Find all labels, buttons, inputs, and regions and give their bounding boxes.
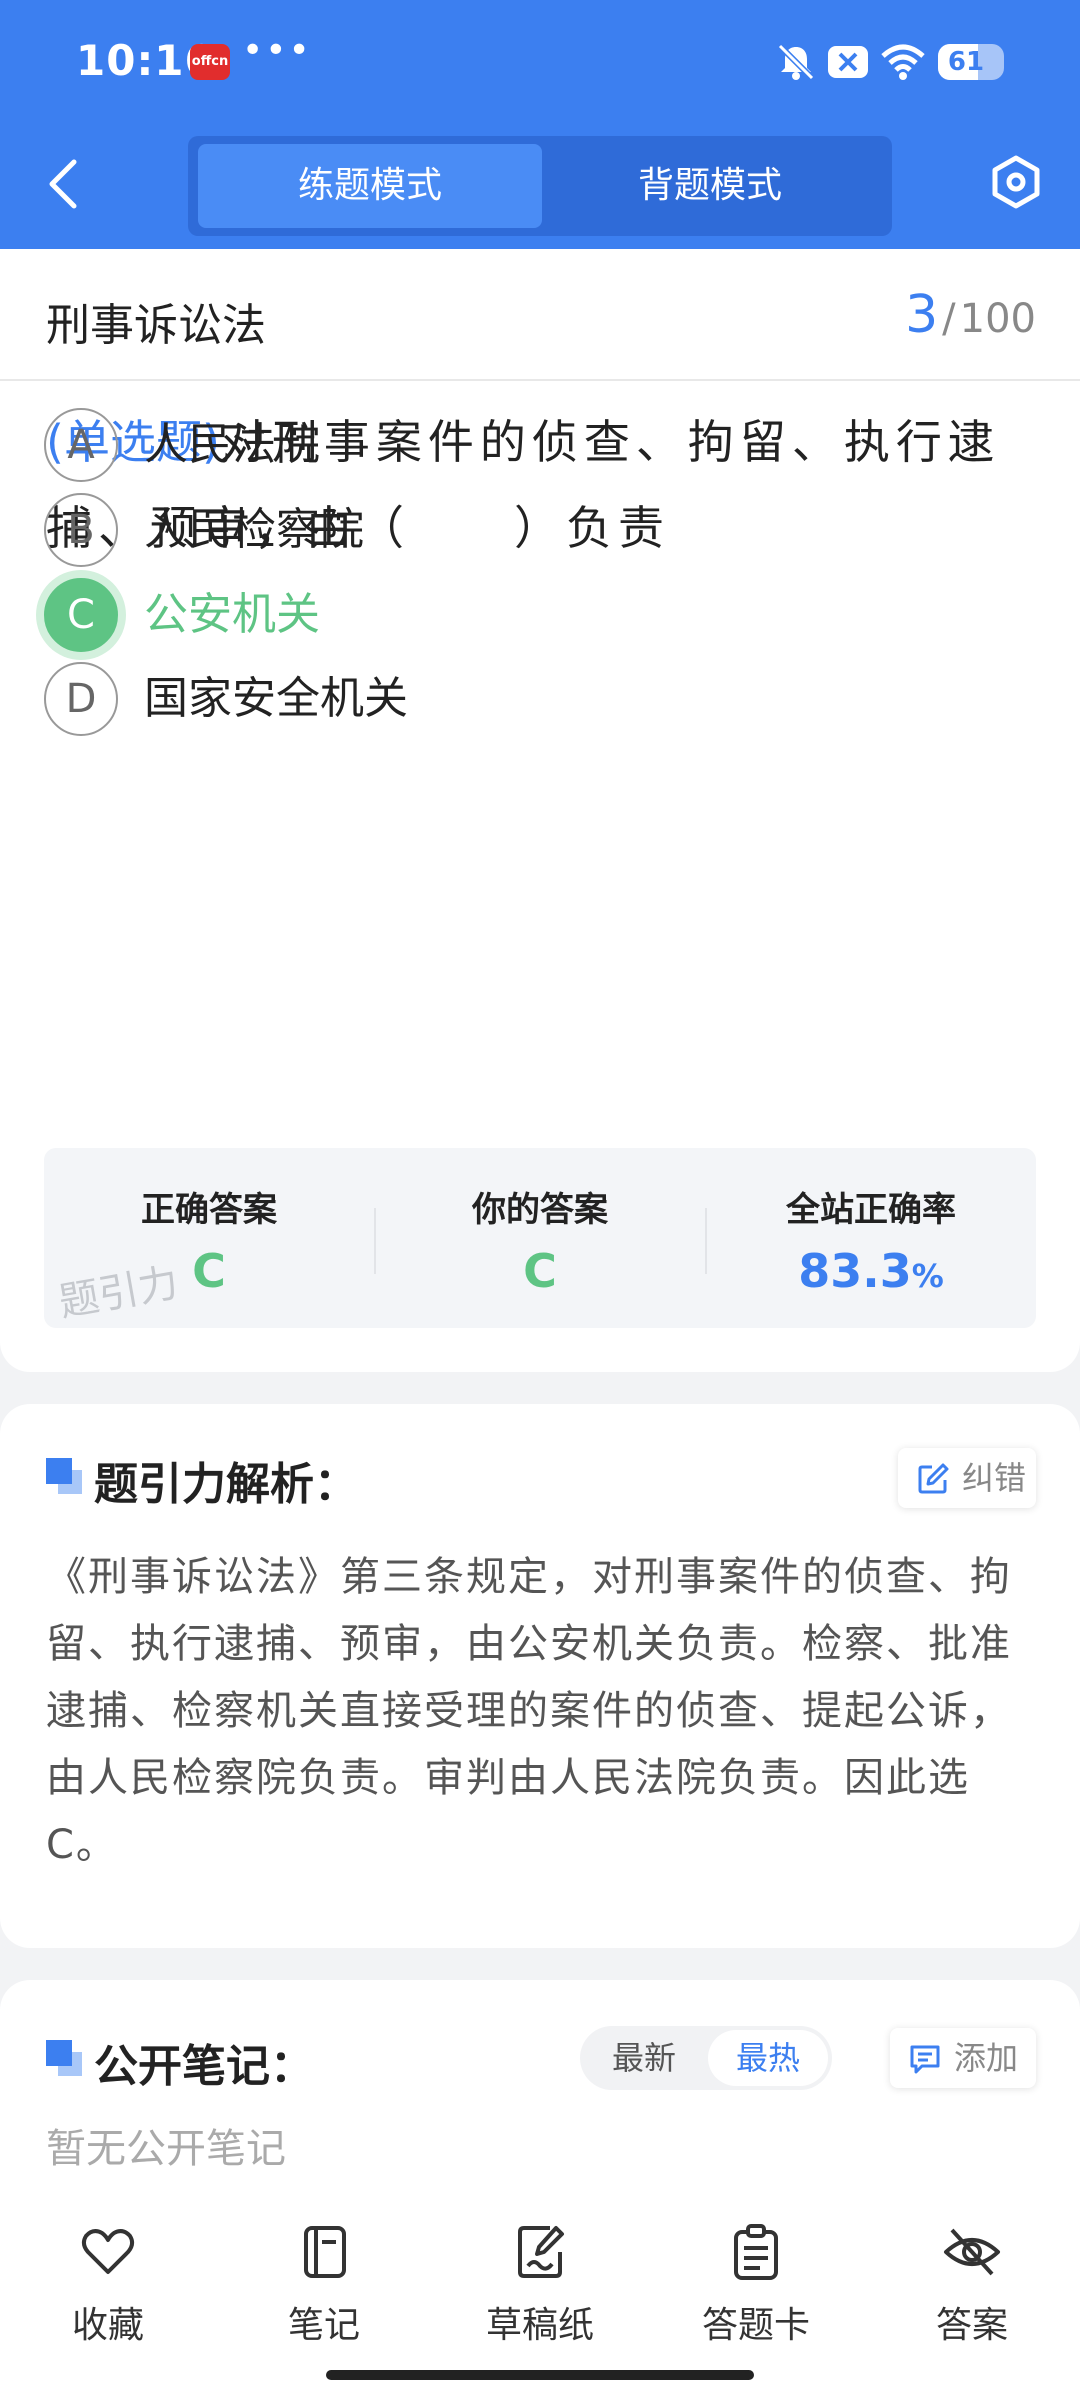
analysis-card: 题引力解析： 纠错 《刑事诉讼法》第三条规定，对刑事案件的侦查、拘留、执行逮捕、… <box>0 1404 1080 1948</box>
draft-label: 草稿纸 <box>485 2305 594 2346</box>
accuracy-number: 83.3 <box>798 1244 912 1298</box>
empty-notes-text: 暂无公开笔记 <box>46 2126 286 2172</box>
option-letter: B <box>44 493 118 567</box>
battery-icon: 61 <box>938 44 1004 80</box>
report-error-label: 纠错 <box>962 1459 1027 1497</box>
correct-answer-label: 正确答案 <box>141 1190 277 1230</box>
tab-practice-mode[interactable]: 练题模式 <box>198 144 542 228</box>
answer-card-button[interactable]: 答题卡 <box>666 2222 846 2352</box>
add-note-button[interactable]: 添加 <box>890 2028 1036 2088</box>
option-text: 国家安全机关 <box>144 673 408 724</box>
favorite-label: 收藏 <box>71 2305 144 2346</box>
edit-icon <box>918 1463 949 1494</box>
section-icon <box>46 1458 82 1494</box>
answer-summary: 正确答案 C 你的答案 C 全站正确率 83.3% 题引力 <box>44 1148 1036 1328</box>
option-letter: D <box>44 662 118 736</box>
your-answer-label: 你的答案 <box>472 1190 608 1230</box>
mode-switch: 练题模式 背题模式 <box>188 136 892 236</box>
settings-hexagon-icon[interactable] <box>988 154 1044 210</box>
question-progress: 3/100 <box>905 285 1036 345</box>
app-header: 10:16 offcn ••• 61 练题模式 背题模式 <box>0 0 1080 249</box>
option-text: 公安机关 <box>144 589 320 640</box>
status-bar: 10:16 offcn ••• 61 <box>0 0 1080 125</box>
progress-separator: / <box>942 296 956 342</box>
question-card: 刑事诉讼法 3/100 (单选题)对刑事案件的侦查、拘留、执行逮捕、预审，由（ … <box>0 249 1080 1372</box>
back-chevron-icon[interactable] <box>40 156 90 212</box>
subject-row: 刑事诉讼法 3/100 <box>0 249 1080 381</box>
current-question-number: 3 <box>905 285 939 345</box>
heart-icon <box>81 2229 135 2274</box>
eye-off-icon <box>944 2228 1000 2276</box>
sort-newest[interactable]: 最新 <box>584 2030 704 2086</box>
accuracy-label: 全站正确率 <box>786 1190 956 1230</box>
draft-icon <box>518 2226 564 2278</box>
accuracy-value: 83.3% <box>706 1244 1036 1298</box>
app-badge-icon: offcn <box>190 44 230 80</box>
battery-level: 61 <box>947 47 985 77</box>
analysis-title: 题引力解析： <box>94 1459 358 1510</box>
report-error-button[interactable]: 纠错 <box>898 1448 1036 1508</box>
subject-title: 刑事诉讼法 <box>46 300 266 351</box>
option-text: 人民检察院 <box>144 504 364 555</box>
your-answer-column: 你的答案 C <box>375 1148 705 1328</box>
more-notifications-icon: ••• <box>242 30 312 71</box>
analysis-text: 《刑事诉讼法》第三条规定，对刑事案件的侦查、拘留、执行逮捕、预审，由公安机关负责… <box>46 1554 1012 1868</box>
option-letter: C <box>44 578 118 652</box>
option-text: 人民法院 <box>144 419 320 470</box>
answer-card-icon <box>734 2224 778 2280</box>
accuracy-unit: % <box>911 1257 944 1295</box>
notes-title: 公开笔记： <box>94 2041 314 2092</box>
section-icon <box>46 2040 82 2076</box>
option-letter: A <box>44 408 118 482</box>
answer-card-label: 答题卡 <box>701 2305 810 2346</box>
notes-sort-toggle: 最新 最热 <box>580 2026 832 2090</box>
comment-icon <box>910 2045 940 2074</box>
close-box-icon <box>828 46 868 78</box>
notes-card: 公开笔记： 最新 最热 添加 暂无公开笔记 <box>0 1980 1080 2220</box>
notebook-icon <box>304 2226 346 2278</box>
tab-memorize-mode[interactable]: 背题模式 <box>538 144 882 228</box>
toggle-answer-label: 答案 <box>935 2305 1008 2346</box>
notes-label: 笔记 <box>287 2305 360 2346</box>
accuracy-column: 全站正确率 83.3% <box>706 1148 1036 1328</box>
wifi-icon <box>881 44 925 80</box>
add-note-label: 添加 <box>954 2039 1019 2077</box>
toggle-answer-button[interactable]: 答案 <box>882 2222 1062 2352</box>
your-answer-value: C <box>523 1244 557 1298</box>
notes-button[interactable]: 笔记 <box>234 2222 414 2352</box>
total-questions: 100 <box>959 296 1036 342</box>
sort-hottest[interactable]: 最热 <box>708 2030 828 2086</box>
bell-off-icon <box>777 43 815 81</box>
favorite-button[interactable]: 收藏 <box>18 2222 198 2352</box>
home-indicator[interactable] <box>326 2370 754 2380</box>
draft-button[interactable]: 草稿纸 <box>450 2222 630 2352</box>
